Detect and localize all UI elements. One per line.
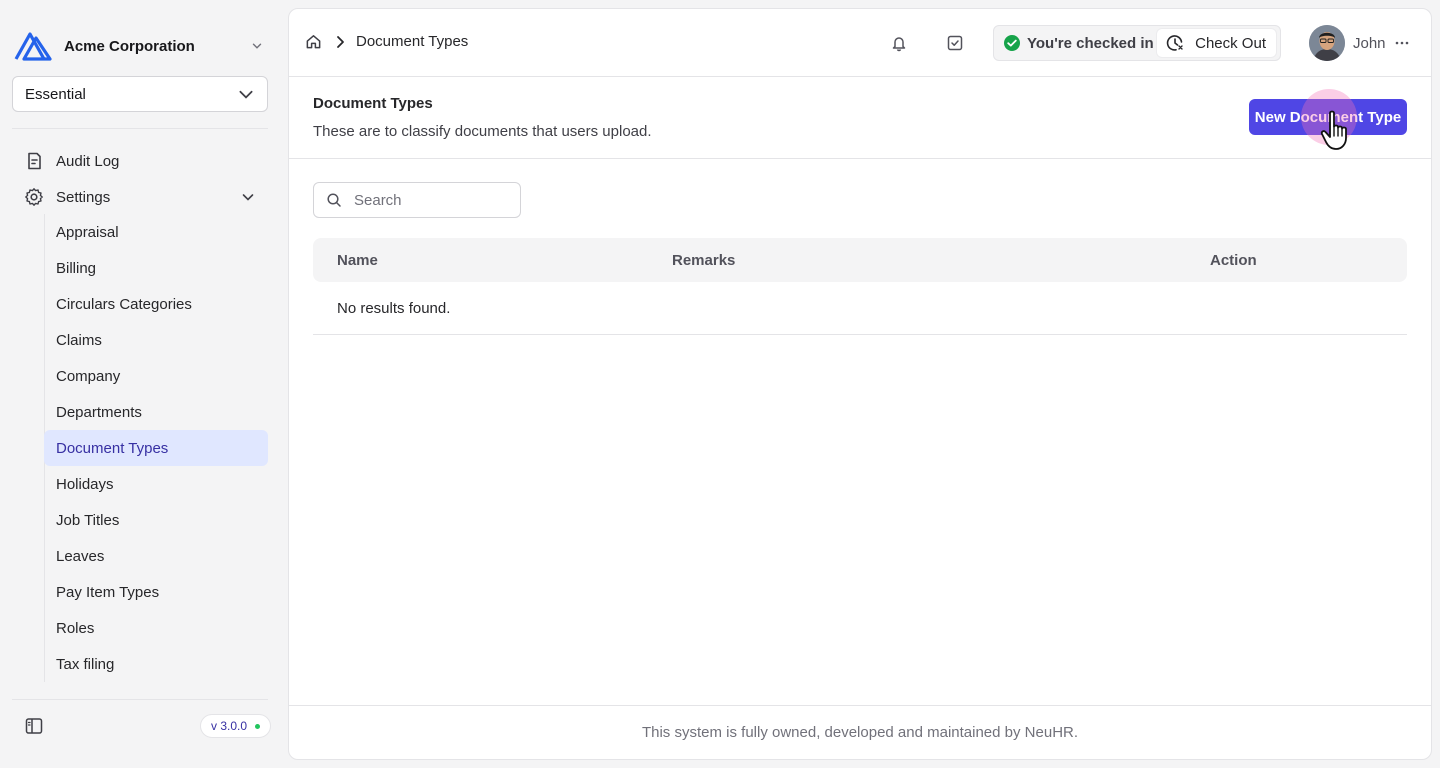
bell-icon[interactable] [889,33,909,53]
org-switcher[interactable]: Acme Corporation [14,30,268,62]
sidebar-item-label: Settings [56,188,111,206]
search-input[interactable] [354,191,504,209]
sidebar-item-settings[interactable]: Settings [12,181,268,213]
sidebar-item-company[interactable]: Company [44,358,268,394]
breadcrumb-current: Document Types [356,33,469,50]
main-panel: Document Types You're checked in Check O… [288,8,1432,760]
version-badge: v 3.0.0 [200,714,272,738]
page-header: Document Types These are to classify doc… [289,77,1431,159]
sidebar-item-job-titles[interactable]: Job Titles [44,502,268,538]
check-out-label: Check Out [1195,34,1266,52]
checkin-status-label: You're checked in [1027,34,1154,52]
sidebar-item-appraisal[interactable]: Appraisal [44,214,268,250]
org-name: Acme Corporation [64,37,195,55]
chevron-down-icon [252,43,262,49]
sidebar-item-pay-item-types[interactable]: Pay Item Types [44,574,268,610]
sidebar-item-tax-filing[interactable]: Tax filing [44,646,268,682]
sidebar-item-departments[interactable]: Departments [44,394,268,430]
chevron-down-icon [242,194,254,201]
user-menu[interactable]: John [1309,25,1410,61]
chevron-right-icon [337,35,344,48]
checkin-status: You're checked in [1003,34,1154,52]
sidebar-item-claims[interactable]: Claims [44,322,268,358]
topbar: Document Types You're checked in Check O… [289,9,1431,77]
sidebar-item-label: Audit Log [56,152,120,170]
sidebar-divider [12,128,268,129]
user-name: John [1353,34,1386,52]
sidebar-divider [12,699,268,700]
footer: This system is fully owned, developed an… [289,705,1431,759]
page-description: These are to classify documents that use… [313,123,652,140]
chevron-down-icon [239,90,253,99]
column-header-action: Action [1210,251,1257,269]
avatar [1309,25,1345,61]
version-label: v 3.0.0 [211,719,248,733]
sidebar-item-audit-log[interactable]: Audit Log [12,145,268,177]
org-logo-icon [14,32,52,61]
hand-pointer-icon [1320,110,1347,150]
settings-subnav: Appraisal Billing Circulars Categories C… [44,214,268,682]
sidebar-item-document-types[interactable]: Document Types [44,430,268,466]
column-header-remarks[interactable]: Remarks [672,252,735,269]
empty-state-row: No results found. [313,282,1407,335]
more-horizontal-icon[interactable] [1394,35,1410,51]
checkin-widget: You're checked in Check Out [993,25,1281,61]
status-dot [255,723,261,729]
sidebar-toggle-icon[interactable] [24,716,44,736]
search-icon [327,193,341,207]
check-out-button[interactable]: Check Out [1157,29,1276,57]
gear-icon [25,188,43,206]
sidebar: Acme Corporation Essential Audit Log Set… [0,0,280,768]
table-header: Name Remarks Action [313,238,1407,282]
task-check-icon[interactable] [945,33,965,53]
clock-icon [1166,35,1183,51]
document-types-table: Name Remarks Action No results found. [313,238,1407,335]
plan-select[interactable]: Essential [12,76,268,112]
breadcrumb: Document Types [305,33,468,50]
sidebar-item-circulars-categories[interactable]: Circulars Categories [44,286,268,322]
sidebar-item-roles[interactable]: Roles [44,610,268,646]
home-icon[interactable] [305,33,322,50]
check-circle-icon [1004,35,1020,51]
plan-select-value: Essential [25,85,86,103]
search-field[interactable] [313,182,521,218]
column-header-name[interactable]: Name [337,252,378,269]
sidebar-item-holidays[interactable]: Holidays [44,466,268,502]
audit-log-icon [28,152,41,170]
sidebar-item-billing[interactable]: Billing [44,250,268,286]
page-title: Document Types [313,95,433,112]
sidebar-item-leaves[interactable]: Leaves [44,538,268,574]
